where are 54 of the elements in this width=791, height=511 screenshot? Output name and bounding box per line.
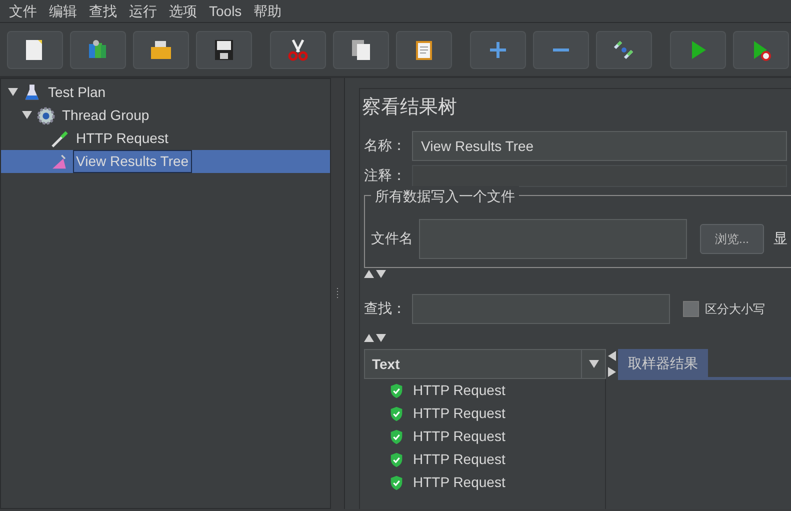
menu-item[interactable]: 查找	[86, 0, 126, 22]
checkbox-label: 区分大小写	[705, 300, 765, 318]
scissors-icon	[286, 38, 310, 62]
menu-item[interactable]: 编辑	[46, 0, 86, 22]
expanded-triangle-icon[interactable]	[22, 111, 32, 120]
toolbar-button[interactable]	[333, 30, 389, 68]
group-legend: 所有数据写入一个文件	[371, 186, 519, 206]
browse-button[interactable]: 浏览...	[700, 224, 764, 254]
field-label: 查找：	[364, 299, 406, 318]
shield-check-icon	[388, 404, 405, 422]
filename-field[interactable]	[419, 218, 687, 258]
collapse-arrows-icon[interactable]	[364, 334, 386, 342]
case-checkbox[interactable]	[683, 300, 699, 316]
renderer-dropdown[interactable]: Text	[364, 349, 606, 379]
gear-icon	[36, 106, 56, 126]
panel-title: 察看结果树	[361, 96, 458, 120]
shield-check-icon	[388, 428, 405, 446]
toolbar-button[interactable]	[196, 30, 252, 68]
result-item[interactable]: HTTP Request	[388, 379, 605, 402]
left-triangle-icon[interactable]	[608, 351, 616, 361]
toolbar-button[interactable]	[133, 30, 189, 68]
pages-icon	[349, 38, 373, 62]
pipette-icon	[50, 128, 70, 148]
toolbar-button[interactable]	[270, 30, 326, 68]
result-item[interactable]: HTTP Request	[388, 471, 605, 494]
plus-icon	[489, 40, 507, 58]
tree-item[interactable]: Thread Group	[1, 104, 330, 127]
menu-item[interactable]: 选项	[166, 0, 206, 22]
tree-item[interactable]: HTTP Request	[1, 127, 330, 150]
field-label: 显	[774, 229, 788, 248]
shield-check-icon	[388, 474, 405, 492]
right-triangle-icon[interactable]	[608, 367, 616, 377]
menu-item[interactable]: 帮助	[250, 0, 291, 22]
menu-item[interactable]: 文件	[6, 0, 46, 22]
menu-item[interactable]: 运行	[126, 0, 166, 22]
result-item[interactable]: HTTP Request	[388, 448, 605, 471]
shield-check-icon	[388, 450, 405, 468]
name-field[interactable]: View Results Tree	[412, 130, 787, 160]
field-label: 注释：	[364, 166, 406, 185]
collapse-arrows-icon[interactable]	[364, 270, 386, 278]
field-label: 文件名	[371, 229, 413, 248]
result-item[interactable]: HTTP Request	[388, 425, 605, 448]
shield-check-icon	[388, 382, 405, 400]
expanded-triangle-icon[interactable]	[8, 88, 18, 96]
result-tab[interactable]: 取样器结果	[618, 349, 708, 377]
caret-icon	[588, 360, 598, 368]
tree-item[interactable]: View Results Tree	[1, 150, 330, 173]
result-item[interactable]: HTTP Request	[388, 402, 605, 425]
menu-item[interactable]: Tools	[206, 0, 251, 22]
field-label: 名称：	[364, 136, 406, 155]
toolbar-button[interactable]	[396, 30, 452, 68]
toolbar-button[interactable]	[7, 30, 63, 68]
tree-item[interactable]: Test Plan	[1, 81, 330, 104]
search-field[interactable]	[412, 294, 670, 324]
